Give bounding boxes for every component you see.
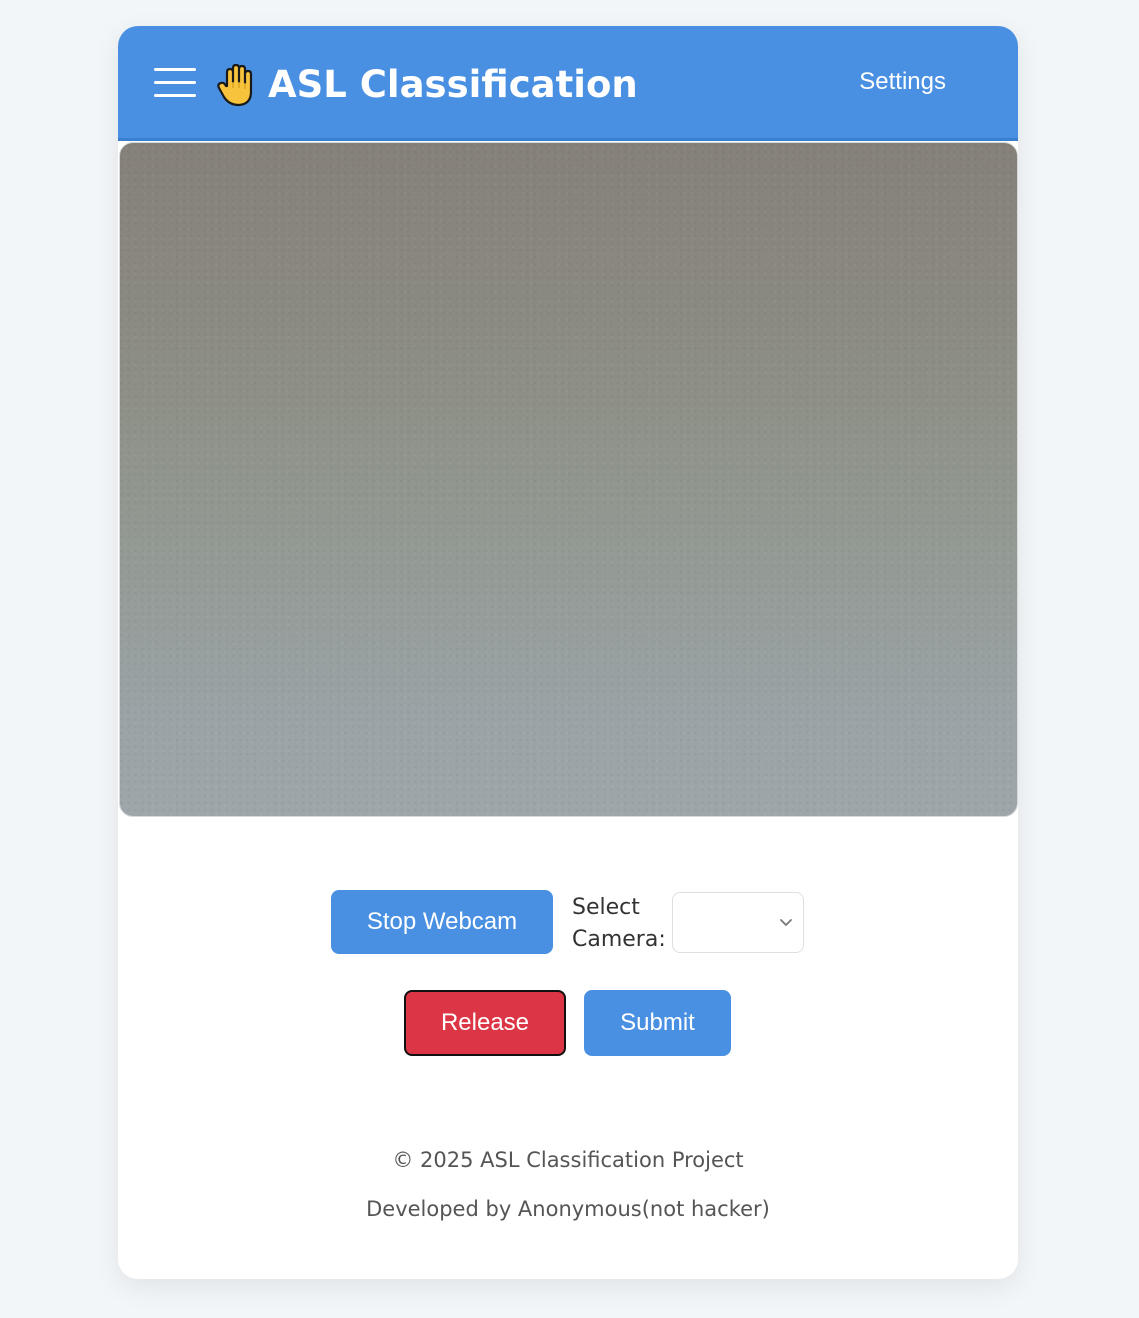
camera-select[interactable] bbox=[672, 892, 804, 953]
webcam-video-feed bbox=[119, 142, 1018, 817]
stop-webcam-button[interactable]: Stop Webcam bbox=[331, 890, 553, 954]
menu-bar bbox=[154, 81, 196, 84]
raised-hand-icon bbox=[217, 63, 253, 107]
hamburger-menu-icon[interactable] bbox=[154, 68, 196, 98]
app-title: ASL Classification bbox=[268, 63, 638, 106]
submit-button[interactable]: Submit bbox=[584, 990, 731, 1056]
app-header: ASL Classification Settings bbox=[118, 26, 1018, 141]
settings-link[interactable]: Settings bbox=[859, 66, 946, 98]
webcam-controls: Stop Webcam Select Camera: bbox=[118, 890, 1018, 956]
menu-bar bbox=[154, 68, 196, 71]
footer-copyright: © 2025 ASL Classification Project bbox=[392, 1148, 744, 1172]
menu-bar bbox=[154, 94, 196, 97]
webcam-texture bbox=[120, 143, 1017, 816]
select-camera-label: Select Camera: bbox=[572, 895, 666, 952]
release-button[interactable]: Release bbox=[404, 990, 566, 1056]
chevron-down-icon bbox=[780, 919, 792, 926]
app-card: ASL Classification Settings Stop Webcam … bbox=[118, 26, 1018, 1279]
footer-developer: Developed by Anonymous(not hacker) bbox=[366, 1197, 770, 1221]
